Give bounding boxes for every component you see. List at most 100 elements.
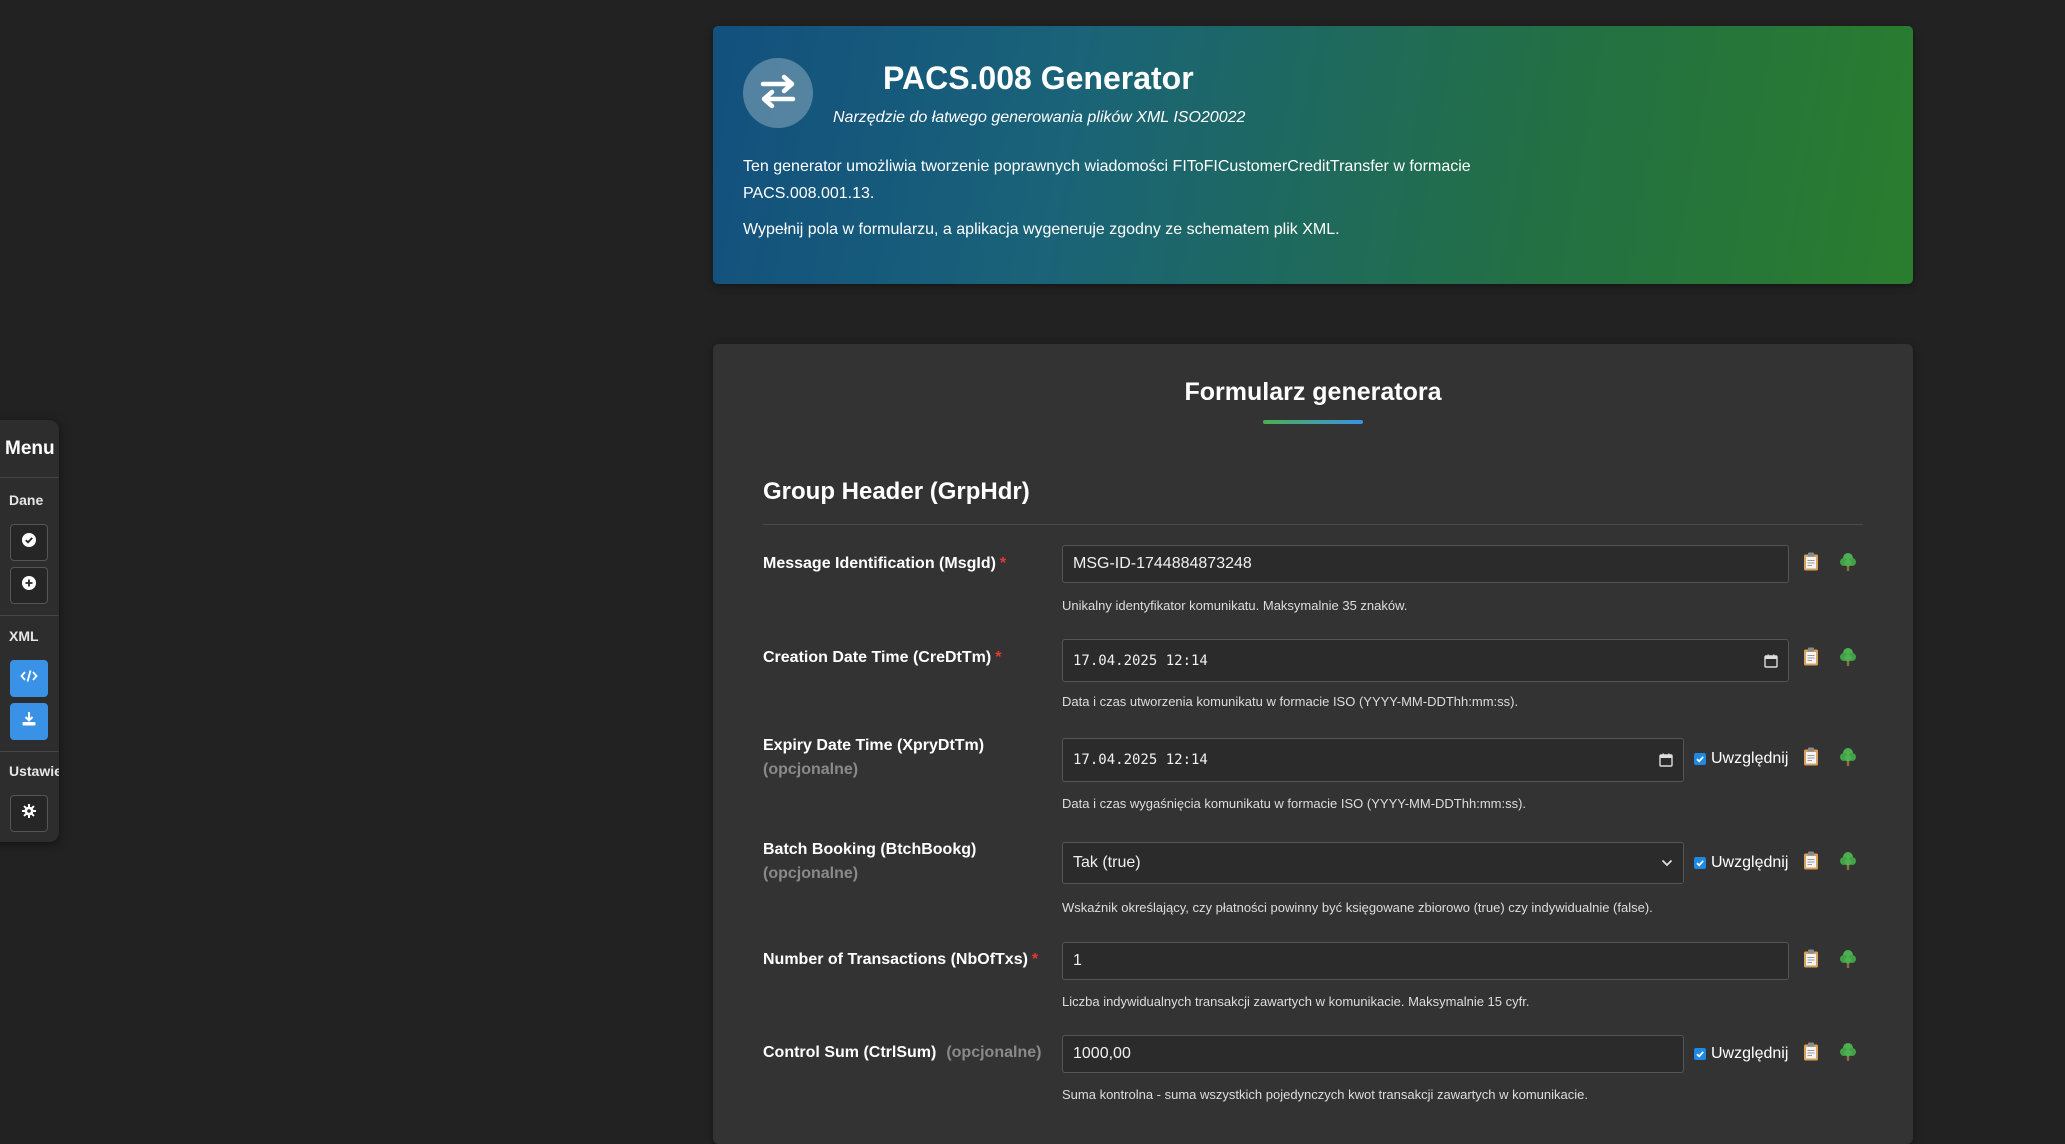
msg-id-label: Message Identification (MsgId) * [763,555,1006,573]
menu-divider [0,615,59,616]
xpry-dt-tm-value: 17.04.2025 12:14 [1073,752,1208,768]
msg-id-help: Unikalny identyfikator komunikatu. Maksy… [1062,598,1408,613]
gear-icon [22,804,36,823]
clipboard-icon [1803,747,1819,771]
ctrl-sum-include[interactable]: Uwzględnij [1694,1045,1788,1063]
nb-of-txs-input[interactable]: 1 [1062,942,1789,980]
add-data-button[interactable] [10,567,48,604]
clipboard-icon [1803,851,1819,875]
menu-divider [0,751,59,752]
download-xml-button[interactable] [10,703,48,740]
include-label: Uwzględnij [1711,1045,1789,1062]
tree-nb-of-txs-button[interactable] [1836,949,1860,973]
copy-msg-id-button[interactable] [1799,552,1823,576]
optional-marker: (opcjonalne) [946,1044,1042,1061]
calendar-icon[interactable] [1659,753,1673,767]
tree-cre-dt-tm-button[interactable] [1836,647,1860,671]
btch-bookg-help: Wskaźnik określający, czy płatności powi… [1062,900,1653,915]
nb-of-txs-help: Liczba indywidualnych transakcji zawarty… [1062,994,1530,1009]
btch-bookg-label: Batch Booking (BtchBookg) (opcjonalne) [763,841,976,883]
logo [743,58,813,128]
tree-icon [1839,552,1857,577]
include-checkbox[interactable] [1694,753,1706,765]
header-banner: PACS.008 Generator Narzędzie do łatwego … [713,26,1913,284]
clipboard-icon [1803,552,1819,576]
copy-xpry-dt-tm-button[interactable] [1799,747,1823,771]
nb-of-txs-label: Number of Transactions (NbOfTxs) * [763,951,1038,969]
xpry-dt-tm-include[interactable]: Uwzględnij [1694,750,1788,768]
banner-instruction: Wypełnij pola w formularzu, a aplikacja … [743,221,1340,238]
nb-of-txs-value: 1 [1073,952,1082,969]
menu-section-xml: XML [9,628,39,644]
copy-ctrl-sum-button[interactable] [1799,1042,1823,1066]
generator-form: Formularz generatora Group Header (GrpHd… [713,344,1913,1144]
btch-bookg-label-text: Batch Booking (BtchBookg) [763,841,977,858]
msg-id-value: MSG-ID-1744884873248 [1073,555,1252,572]
tree-icon [1839,851,1857,876]
copy-nb-of-txs-button[interactable] [1799,949,1823,973]
clipboard-icon [1803,949,1819,973]
required-marker: * [999,555,1007,572]
tree-msg-id-button[interactable] [1836,552,1860,576]
exchange-arrows-icon [757,70,799,117]
ctrl-sum-input[interactable]: 1000,00 [1062,1035,1684,1073]
form-title: Formularz generatora [1184,378,1442,406]
menu-section-ustawienia: Ustawienia [9,763,59,779]
ctrl-sum-label: Control Sum (CtrlSum) (opcjonalne) [763,1044,1041,1062]
xpry-dt-tm-label: Expiry Date Time (XpryDtTm) (opcjonalne) [763,737,984,779]
include-label: Uwzględnij [1711,854,1789,871]
include-checkbox[interactable] [1694,1048,1706,1060]
download-icon [21,711,37,732]
cre-dt-tm-label-text: Creation Date Time (CreDtTm) [763,649,992,666]
cre-dt-tm-input[interactable]: 17.04.2025 12:14 [1062,639,1789,682]
page-title: PACS.008 Generator [883,60,1194,96]
copy-btch-bookg-button[interactable] [1799,851,1823,875]
btch-bookg-value: Tak (true) [1073,854,1141,871]
include-label: Uwzględnij [1711,750,1789,767]
settings-button[interactable] [10,795,48,832]
ctrl-sum-help: Suma kontrolna - suma wszystkich pojedyn… [1062,1087,1588,1102]
tree-icon [1839,949,1857,974]
tree-icon [1839,1042,1857,1067]
menu-section-dane: Dane [9,492,44,508]
tree-ctrl-sum-button[interactable] [1836,1042,1860,1066]
tree-icon [1839,647,1857,672]
ctrl-sum-label-text: Control Sum (CtrlSum) [763,1044,937,1061]
chevron-down-icon [1661,859,1673,867]
title-underline [1263,420,1363,424]
btch-bookg-select[interactable]: Tak (true) [1062,842,1684,884]
check-circle-icon [22,533,36,552]
required-marker: * [1031,951,1039,968]
xpry-dt-tm-input[interactable]: 17.04.2025 12:14 [1062,738,1684,782]
cre-dt-tm-label: Creation Date Time (CreDtTm) * [763,649,1001,667]
msg-id-input[interactable]: MSG-ID-1744884873248 [1062,545,1789,583]
cre-dt-tm-help: Data i czas utworzenia komunikatu w form… [1062,694,1519,709]
cre-dt-tm-value: 17.04.2025 12:14 [1073,652,1208,669]
side-menu: Menu Dane XML Ustawienia [0,420,59,842]
plus-circle-icon [22,576,36,595]
tree-xpry-dt-tm-button[interactable] [1836,747,1860,771]
xpry-dt-tm-label-text: Expiry Date Time (XpryDtTm) [763,737,985,754]
check-data-button[interactable] [10,524,48,561]
optional-marker: (opcjonalne) [763,761,859,778]
tree-icon [1839,747,1857,772]
btch-bookg-include[interactable]: Uwzględnij [1694,854,1788,872]
clipboard-icon [1803,647,1819,671]
nb-of-txs-label-text: Number of Transactions (NbOfTxs) [763,951,1028,968]
optional-marker: (opcjonalne) [763,865,859,882]
required-marker: * [995,649,1002,666]
ctrl-sum-value: 1000,00 [1073,1045,1131,1062]
xpry-dt-tm-help: Data i czas wygaśnięcia komunikatu w for… [1062,796,1527,811]
banner-description: Ten generator umożliwia tworzenie popraw… [743,158,1471,202]
show-xml-button[interactable] [10,660,48,697]
code-icon [20,669,38,688]
menu-divider [0,477,59,478]
clipboard-icon [1803,1042,1819,1066]
calendar-icon[interactable] [1764,654,1778,668]
copy-cre-dt-tm-button[interactable] [1799,647,1823,671]
section-title: Group Header (GrpHdr) [763,478,1030,505]
msg-id-label-text: Message Identification (MsgId) [763,555,996,572]
page-subtitle: Narzędzie do łatwego generowania plików … [833,109,1246,126]
tree-btch-bookg-button[interactable] [1836,851,1860,875]
include-checkbox[interactable] [1694,857,1706,869]
